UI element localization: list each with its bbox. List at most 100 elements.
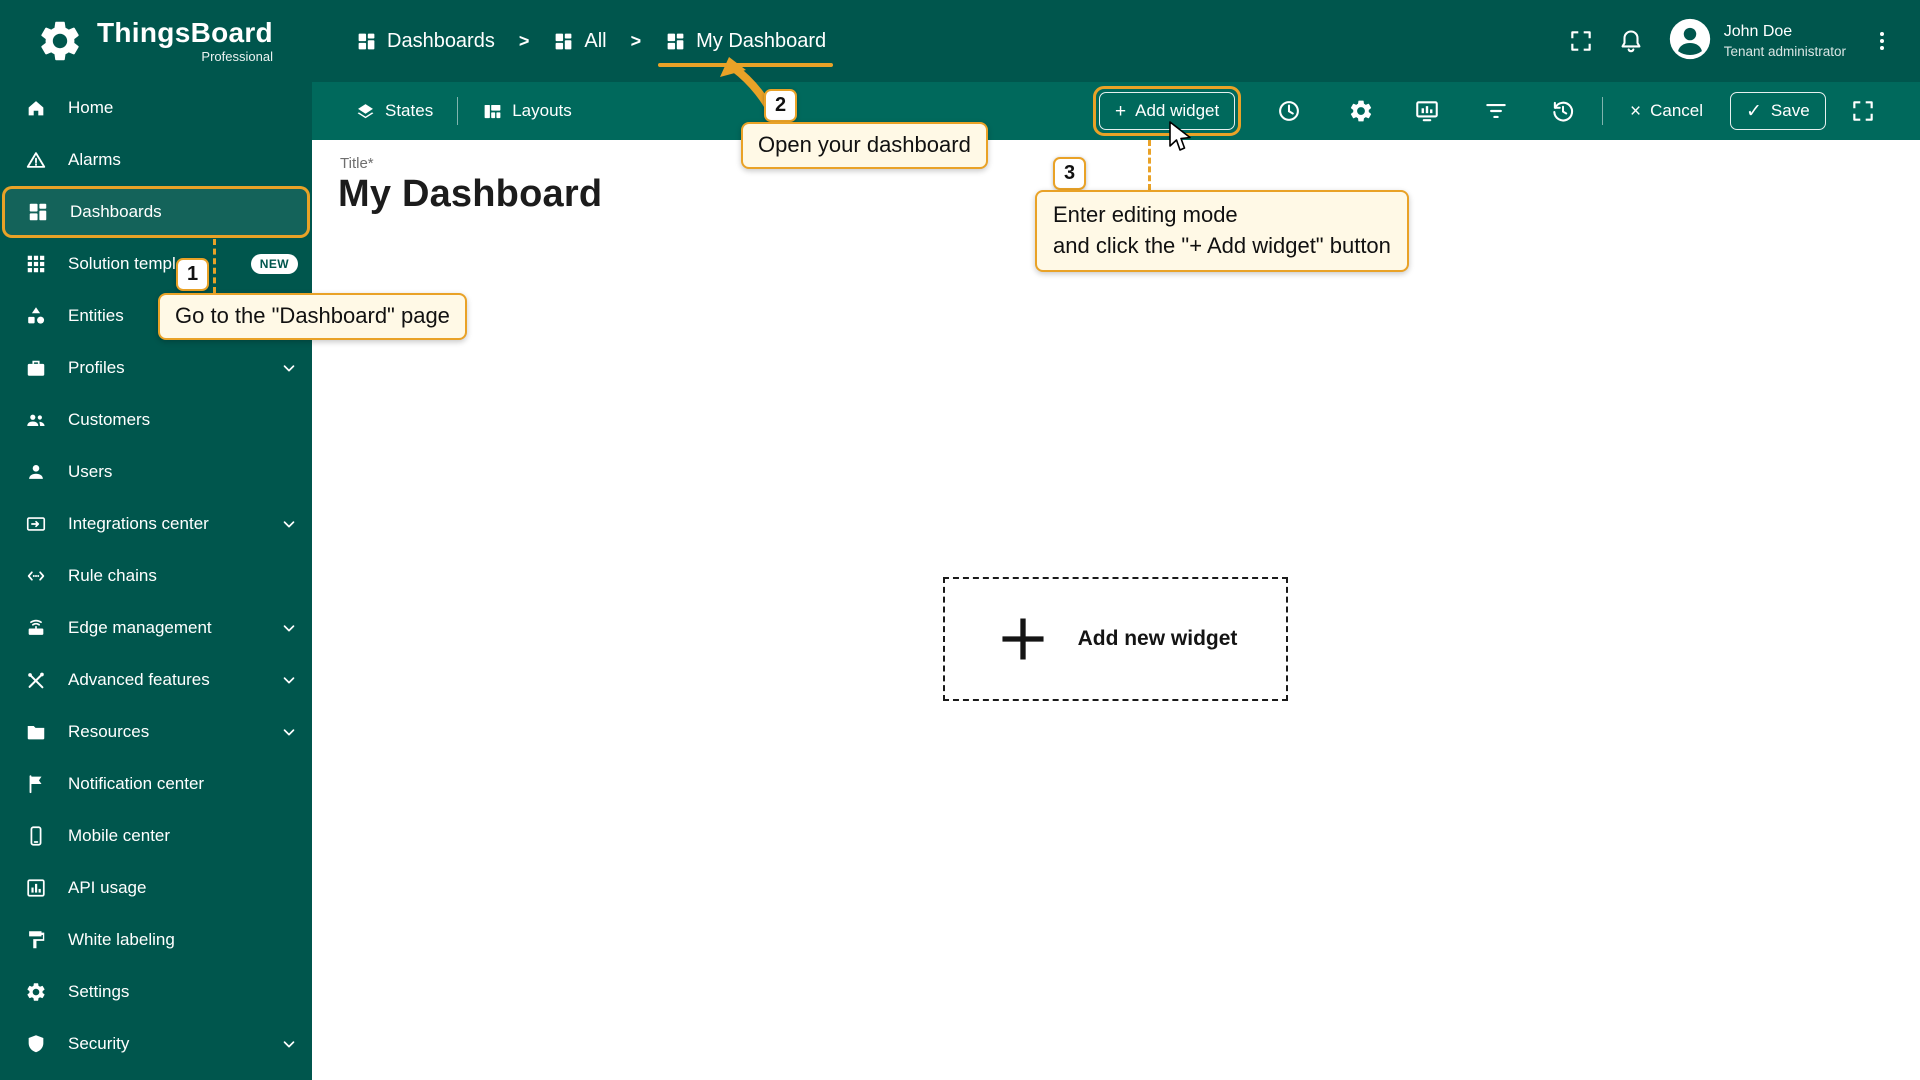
- check-icon: ✓: [1746, 100, 1762, 122]
- dashboard-settings-button[interactable]: [1348, 98, 1374, 124]
- history-icon: [1553, 101, 1574, 122]
- sidebar-item-api-usage[interactable]: API usage: [0, 862, 312, 914]
- kebab-menu-icon: [1880, 32, 1884, 50]
- toolbar-fullscreen-button[interactable]: [1850, 98, 1876, 124]
- user-name: John Doe: [1723, 22, 1793, 40]
- sidebar-item-dashboards[interactable]: Dashboards: [2, 186, 310, 238]
- sidebar-item-home[interactable]: Home: [0, 82, 312, 134]
- breadcrumb-item-dashboards[interactable]: Dashboards: [356, 30, 495, 53]
- user-menu[interactable]: John Doe Tenant administrator: [1668, 17, 1846, 66]
- new-badge: NEW: [250, 254, 298, 274]
- chevron-down-icon: [280, 671, 298, 689]
- layout-icon: [484, 104, 501, 118]
- home-icon: [28, 101, 44, 116]
- version-history-button[interactable]: [1550, 98, 1576, 124]
- chevron-down-icon: [280, 359, 298, 377]
- sidebar-item-settings[interactable]: Settings: [0, 966, 312, 1018]
- grid-icon: [555, 33, 572, 49]
- integrations-icon: [26, 517, 46, 531]
- cursor-icon: [1169, 121, 1191, 151]
- breadcrumb-separator: >: [518, 30, 530, 51]
- cancel-button[interactable]: × Cancel: [1624, 92, 1709, 130]
- sidebar-nav: Home Alarms Dashboards Solution template…: [0, 82, 312, 1080]
- sidebar-item-security[interactable]: Security: [0, 1018, 312, 1070]
- breadcrumb-item-all[interactable]: All: [553, 30, 607, 53]
- sidebar-item-users[interactable]: Users: [0, 446, 312, 498]
- briefcase-icon: [27, 360, 45, 376]
- plus-icon: +: [1115, 100, 1127, 122]
- apps-icon: [27, 255, 45, 273]
- chevron-down-icon: [280, 1035, 298, 1053]
- mobile-icon: [30, 826, 42, 846]
- toolbar-divider: [1602, 97, 1603, 125]
- add-new-widget-button[interactable]: Add new widget: [943, 577, 1288, 701]
- warning-icon: [26, 152, 46, 168]
- page-title: My Dashboard: [338, 173, 603, 215]
- sidebar-item-alarms[interactable]: Alarms: [0, 134, 312, 186]
- timewindow-button[interactable]: [1276, 98, 1302, 124]
- tutorial-callout-step3: Enter editing mode and click the "+ Add …: [1035, 190, 1409, 272]
- top-header: ThingsBoard Professional Dashboards > Al…: [0, 0, 1920, 82]
- save-button[interactable]: ✓ Save: [1730, 92, 1826, 130]
- brand: ThingsBoard Professional: [0, 17, 312, 65]
- sidebar-item-rule-chains[interactable]: Rule chains: [0, 550, 312, 602]
- sidebar-item-solution-templates[interactable]: Solution templates NEW: [0, 238, 312, 290]
- tutorial-step-badge-2: 2: [764, 89, 797, 122]
- brand-title: ThingsBoard: [97, 17, 273, 49]
- sidebar-item-resources[interactable]: Resources: [0, 706, 312, 758]
- breadcrumb-item-my-dashboard[interactable]: My Dashboard: [658, 30, 834, 67]
- rule-chains-icon: [27, 571, 45, 581]
- notifications-button[interactable]: [1618, 28, 1644, 54]
- close-icon: ×: [1630, 100, 1642, 122]
- breadcrumb: Dashboards > All > My Dashboard: [312, 30, 834, 67]
- sidebar-item-profiles[interactable]: Profiles: [0, 342, 312, 394]
- shield-icon: [28, 1035, 44, 1053]
- flag-icon: [29, 775, 42, 794]
- layouts-button[interactable]: Layouts: [482, 101, 572, 122]
- dashboard-toolbar: States Layouts + Add widget × Cancel ✓ S…: [312, 82, 1920, 140]
- chevron-down-icon: [280, 515, 298, 533]
- gear-icon: [27, 983, 45, 1001]
- paint-icon: [29, 931, 45, 949]
- tutorial-step-badge-1: 1: [176, 258, 209, 291]
- plus-icon: [1002, 618, 1044, 660]
- person-icon: [29, 465, 43, 479]
- sidebar-item-customers[interactable]: Customers: [0, 394, 312, 446]
- tutorial-callout-step2: Open your dashboard: [741, 122, 988, 169]
- tutorial-step-badge-3: 3: [1053, 157, 1086, 190]
- app-window: ThingsBoard Professional Dashboards > Al…: [0, 0, 1920, 1080]
- filter-icon: [1486, 103, 1506, 119]
- more-menu-button[interactable]: [1870, 29, 1894, 53]
- entities-icon: [28, 307, 45, 324]
- brand-subtitle: Professional: [201, 48, 273, 64]
- sidebar-item-white-labeling[interactable]: White labeling: [0, 914, 312, 966]
- dashboard-canvas: Title* My Dashboard Add new widget: [312, 140, 1920, 1080]
- people-icon: [27, 414, 45, 426]
- router-icon: [28, 619, 44, 635]
- layers-icon: [357, 103, 374, 118]
- states-button[interactable]: States: [355, 101, 433, 122]
- clock-icon: [1279, 101, 1299, 121]
- sidebar-item-notification-center[interactable]: Notification center: [0, 758, 312, 810]
- user-role: Tenant administrator: [1723, 43, 1846, 59]
- chart-icon: [27, 879, 45, 897]
- header-actions: John Doe Tenant administrator: [1568, 17, 1920, 66]
- fullscreen-icon: [1570, 31, 1591, 51]
- tools-icon: [28, 672, 44, 689]
- bell-icon: [1621, 30, 1641, 53]
- title-field-label: Title*: [340, 155, 374, 172]
- fullscreen-button[interactable]: [1568, 28, 1594, 54]
- tutorial-connector-step1: [213, 239, 216, 293]
- grid-icon: [667, 33, 684, 49]
- dashboards-icon: [29, 203, 47, 221]
- sidebar-item-advanced-features[interactable]: Advanced features: [0, 654, 312, 706]
- display-chart-icon: [1416, 101, 1438, 122]
- breadcrumb-separator: >: [630, 30, 642, 51]
- sidebar-item-mobile-center[interactable]: Mobile center: [0, 810, 312, 862]
- sidebar-item-edge-management[interactable]: Edge management: [0, 602, 312, 654]
- tutorial-connector-step3: [1148, 140, 1151, 190]
- entity-aliases-button[interactable]: [1414, 98, 1440, 124]
- sidebar-item-integrations-center[interactable]: Integrations center: [0, 498, 312, 550]
- filters-button[interactable]: [1483, 98, 1509, 124]
- grid-icon: [358, 33, 375, 49]
